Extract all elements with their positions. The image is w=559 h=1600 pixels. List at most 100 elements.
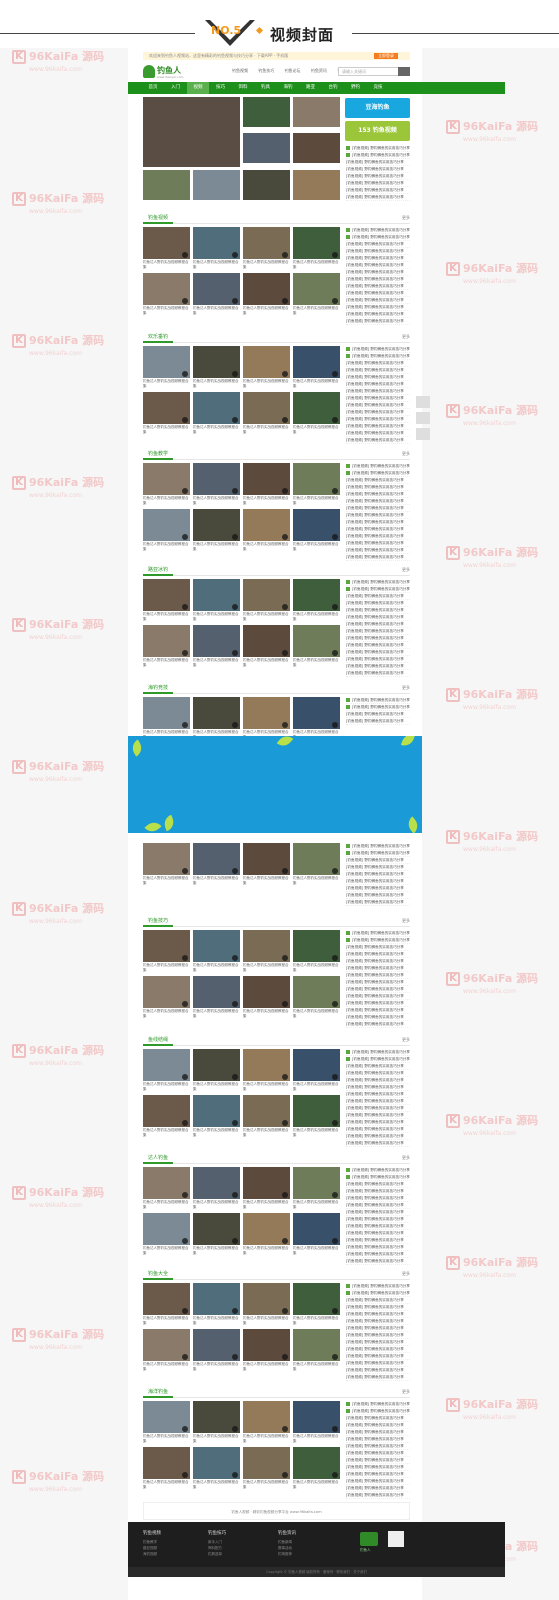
list-item[interactable]: [钓鱼视频] 野钓鲫鱼的实用技巧分享 [346,311,410,318]
play-icon[interactable] [332,488,338,494]
list-item[interactable]: [钓鱼视频] 野钓鲫鱼的实用技巧分享 [346,381,410,388]
section-title[interactable]: 欢乐垂钓 [143,333,174,343]
list-item[interactable]: [钓鱼视频] 野钓鲫鱼的实用技巧分享 [346,367,410,374]
play-icon[interactable] [182,604,188,610]
float-share-button[interactable] [416,396,430,408]
list-item[interactable]: [钓鱼视频] 野钓鲫鱼的实用技巧分享 [346,663,410,670]
list-item[interactable]: [钓鱼视频] 野钓鲫鱼的实用技巧分享 [346,621,410,628]
video-title[interactable]: 钓鱼达人野钓实战视频教程合集 [143,260,190,269]
list-item[interactable]: [钓鱼视频] 野钓鲫鱼的实用技巧分享 [346,430,410,437]
video-card[interactable]: 钓鱼达人野钓实战视频教程合集 [293,697,340,740]
video-title[interactable]: 钓鱼达人野钓实战视频教程合集 [293,425,340,434]
list-item[interactable]: [钓鱼视频] 野钓鲫鱼的实用技巧分享 [346,979,410,986]
video-card[interactable]: 钓鱼达人野钓实战视频教程合集 [293,579,340,622]
play-icon[interactable] [282,1074,288,1080]
list-item[interactable]: [钓鱼视频] 野钓鲫鱼的实用技巧分享 [346,1230,410,1237]
list-item[interactable]: [钓鱼视频] 野钓鲫鱼的实用技巧分享 [346,670,410,677]
header-link[interactable]: 钓鱼资讯 [311,68,327,73]
more-link[interactable]: 更多 [402,567,410,573]
play-icon[interactable] [332,1120,338,1126]
play-icon[interactable] [232,371,238,377]
list-item[interactable]: [钓鱼视频] 野钓鲫鱼的实用技巧分享 [346,958,410,965]
list-item[interactable]: [钓鱼视频] 野钓鲫鱼的实用技巧分享 [346,1318,410,1325]
video-title[interactable]: 钓鱼达人野钓实战视频教程合集 [193,1246,240,1255]
video-card[interactable]: 钓鱼达人野钓实战视频教程合集 [243,463,290,506]
more-link[interactable]: 更多 [402,1037,410,1043]
list-item[interactable]: [钓鱼视频] 野钓鲫鱼的实用技巧分享 [346,1119,410,1126]
play-icon[interactable] [332,1354,338,1360]
list-item[interactable]: [钓鱼视频] 野钓鲫鱼的实用技巧分享 [346,1077,410,1084]
play-icon[interactable] [182,1426,188,1432]
nav-item[interactable]: 海钓 [277,82,299,94]
list-item[interactable]: [钓鱼视频] 野钓鲫鱼的实用技巧分享 [346,554,410,561]
list-item[interactable]: [钓鱼视频] 野钓鲫鱼的实用技巧分享 [346,1360,410,1367]
ad-banner[interactable] [128,736,422,833]
list-item[interactable]: [钓鱼视频] 野钓鲫鱼的实用技巧分享 [346,1374,410,1381]
list-item[interactable]: [钓鱼视频] 野钓鲫鱼的实用技巧分享 [346,1000,410,1007]
video-title[interactable]: 钓鱼达人野钓实战视频教程合集 [243,379,290,388]
play-icon[interactable] [182,252,188,258]
video-card[interactable]: 钓鱼达人野钓实战视频教程合集 [193,273,240,316]
list-item[interactable]: [钓鱼视频] 野钓鲫鱼的实用技巧分享 [346,1244,410,1251]
play-icon[interactable] [232,417,238,423]
play-icon[interactable] [182,534,188,540]
video-title[interactable]: 钓鱼达人野钓实战视频教程合集 [143,1200,190,1209]
video-title[interactable]: 钓鱼达人野钓实战视频教程合集 [243,1200,290,1209]
play-icon[interactable] [332,1001,338,1007]
video-title[interactable]: 钓鱼达人野钓实战视频教程合集 [243,1362,290,1371]
more-link[interactable]: 更多 [402,1271,410,1277]
video-title[interactable]: 钓鱼达人野钓实战视频教程合集 [243,1009,290,1018]
section-title[interactable]: 海钓竞技 [143,684,174,694]
list-item[interactable]: [钓鱼视频] 野钓鲫鱼的实用技巧分享 [346,1346,410,1353]
video-title[interactable]: 钓鱼达人野钓实战视频教程合集 [293,1009,340,1018]
play-icon[interactable] [332,1074,338,1080]
video-title[interactable]: 钓鱼达人野钓实战视频教程合集 [143,306,190,315]
list-item[interactable]: [钓鱼视频] 野钓鲫鱼的实用技巧分享 [346,262,410,269]
video-thumbnail[interactable] [293,133,340,163]
list-item[interactable]: [钓鱼视频] 野钓鲫鱼的实用技巧分享 [346,972,410,979]
list-item[interactable]: [钓鱼视频] 野钓鲫鱼的实用技巧分享 [346,1007,410,1014]
play-icon[interactable] [332,417,338,423]
list-item[interactable]: [钓鱼视频] 野钓鲫鱼的实用技巧分享 [346,255,410,262]
list-item[interactable]: [钓鱼视频] 野钓鲫鱼的实用技巧分享 [346,269,410,276]
video-title[interactable]: 钓鱼达人野钓实战视频教程合集 [243,542,290,551]
video-card[interactable]: 钓鱼达人野钓实战视频教程合集 [143,1167,190,1210]
video-card[interactable]: 钓鱼达人野钓实战视频教程合集 [143,697,190,740]
list-item[interactable]: [钓鱼视频] 野钓鲫鱼的实用技巧分享 [346,885,410,892]
play-icon[interactable] [182,868,188,874]
promo-banner[interactable]: 豆海钓鱼 [345,98,410,118]
list-item[interactable]: [钓鱼视频] 野钓鲫鱼的实用技巧分享 [346,166,410,173]
video-title[interactable]: 钓鱼达人野钓实战视频教程合集 [143,1128,190,1137]
video-title[interactable]: 钓鱼达人野钓实战视频教程合集 [243,425,290,434]
list-item[interactable]: [钓鱼视频] 野钓鲫鱼的实用技巧分享 [346,540,410,547]
video-card[interactable]: 钓鱼达人野钓实战视频教程合集 [193,227,240,270]
list-item[interactable]: [钓鱼视频] 野钓鲫鱼的实用技巧分享 [346,697,410,704]
play-icon[interactable] [232,955,238,961]
list-item[interactable]: [钓鱼视频] 野钓鲫鱼的实用技巧分享 [346,1297,410,1304]
video-title[interactable]: 钓鱼达人野钓实战视频教程合集 [193,379,240,388]
list-item[interactable]: [钓鱼视频] 野钓鲫鱼的实用技巧分享 [346,600,410,607]
list-item[interactable]: [钓鱼视频] 野钓鲫鱼的实用技巧分享 [346,1133,410,1140]
list-item[interactable]: [钓鱼视频] 野钓鲫鱼的实用技巧分享 [346,498,410,505]
video-card[interactable]: 钓鱼达人野钓实战视频教程合集 [243,273,290,316]
video-title[interactable]: 钓鱼达人野钓实战视频教程合集 [293,1128,340,1137]
video-card[interactable]: 钓鱼达人野钓实战视频教程合集 [143,843,190,886]
play-icon[interactable] [282,1001,288,1007]
play-icon[interactable] [332,722,338,728]
video-title[interactable]: 钓鱼达人野钓实战视频教程合集 [193,612,240,621]
play-icon[interactable] [182,1308,188,1314]
list-item[interactable]: [钓鱼视频] 野钓鲫鱼的实用技巧分享 [346,1021,410,1028]
section-title[interactable]: 海洋钓鱼 [143,1388,174,1398]
list-item[interactable]: [钓鱼视频] 野钓鲫鱼的实用技巧分享 [346,1401,410,1408]
list-item[interactable]: [钓鱼视频] 野钓鲫鱼的实用技巧分享 [346,635,410,642]
list-item[interactable]: [钓鱼视频] 野钓鲫鱼的实用技巧分享 [346,1056,410,1063]
play-icon[interactable] [282,298,288,304]
play-icon[interactable] [282,417,288,423]
video-title[interactable]: 钓鱼达人野钓实战视频教程合集 [143,542,190,551]
list-item[interactable]: [钓鱼视频] 野钓鲫鱼的实用技巧分享 [346,1209,410,1216]
list-item[interactable]: [钓鱼视频] 野钓鲫鱼的实用技巧分享 [346,864,410,871]
video-title[interactable]: 钓鱼达人野钓实战视频教程合集 [143,612,190,621]
play-icon[interactable] [282,1238,288,1244]
play-icon[interactable] [332,650,338,656]
video-card[interactable]: 钓鱼达人野钓实战视频教程合集 [243,976,290,1019]
